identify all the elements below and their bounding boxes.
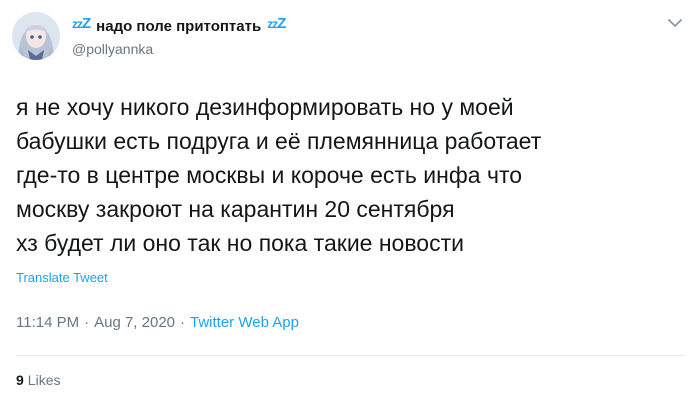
chevron-down-icon bbox=[668, 18, 682, 27]
meta-separator: · bbox=[84, 314, 90, 331]
tweet-text-line: я не хочу никого дезинформировать но у м… bbox=[16, 94, 514, 120]
tweet-text-line: хз будет ли оно так но пока такие новост… bbox=[16, 230, 464, 256]
tweet-text-line: бабушки есть подруга и её племянница раб… bbox=[16, 128, 542, 154]
likes-link[interactable]: 9 Likes bbox=[16, 372, 60, 388]
tweet-date[interactable]: Aug 7, 2020 bbox=[94, 314, 175, 331]
tweet-text-line: москву закроют на карантин 20 сентября bbox=[16, 196, 455, 222]
translate-tweet-link[interactable]: Translate Tweet bbox=[16, 270, 108, 285]
tweet-text-line: где-то в центре москвы и короче есть инф… bbox=[16, 162, 523, 188]
avatar[interactable] bbox=[12, 12, 60, 60]
anime-avatar-icon bbox=[12, 12, 60, 60]
likes-count: 9 bbox=[16, 372, 24, 388]
display-name-row[interactable]: zzZ надо поле притоптать zzZ bbox=[72, 15, 286, 35]
tweet-card: zzZ надо поле притоптать zzZ @pollyannka… bbox=[0, 0, 700, 405]
tweet-text: я не хочу никого дезинформировать но у м… bbox=[16, 90, 686, 260]
sleep-z-icon: zzZ bbox=[72, 15, 91, 32]
display-name[interactable]: надо поле притоптать bbox=[96, 18, 261, 35]
tweet-time[interactable]: 11:14 PM bbox=[16, 314, 79, 331]
divider bbox=[16, 355, 684, 356]
meta-separator: · bbox=[180, 314, 185, 331]
tweet-menu-button[interactable] bbox=[664, 12, 686, 34]
tweet-source-link[interactable]: Twitter Web App bbox=[190, 314, 299, 331]
sleep-z-icon: zzZ bbox=[267, 15, 286, 32]
tweet-metadata: 11:14 PM · Aug 7, 2020 · Twitter Web App bbox=[16, 314, 299, 331]
likes-label: Likes bbox=[27, 372, 61, 388]
user-handle[interactable]: @pollyannka bbox=[72, 41, 153, 57]
